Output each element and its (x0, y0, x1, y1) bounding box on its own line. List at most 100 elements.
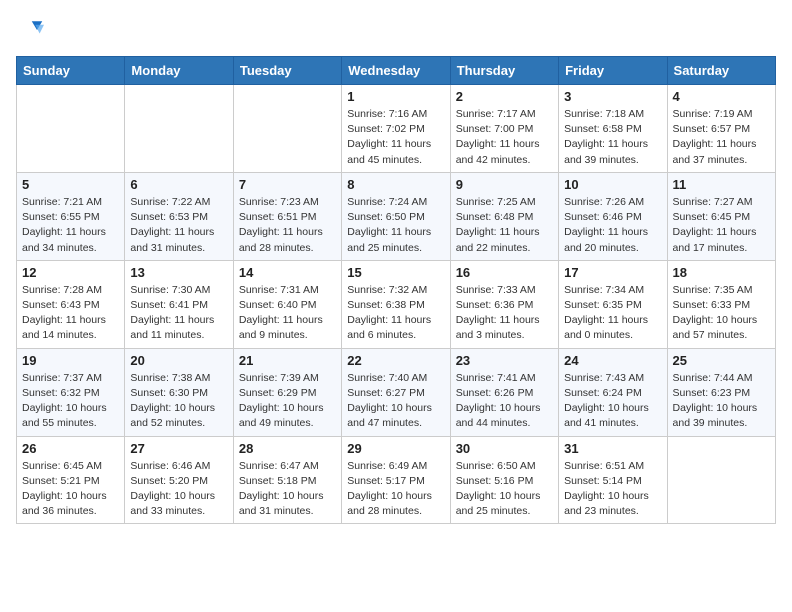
day-info: Sunrise: 7:18 AMSunset: 6:58 PMDaylight:… (564, 107, 661, 168)
calendar-cell: 17 Sunrise: 7:34 AMSunset: 6:35 PMDayligh… (559, 260, 667, 348)
logo (16, 16, 48, 44)
day-number: 18 (673, 265, 770, 280)
day-number: 2 (456, 89, 553, 104)
calendar-cell: 2 Sunrise: 7:17 AMSunset: 7:00 PMDaylight… (450, 85, 558, 173)
day-info: Sunrise: 7:40 AMSunset: 6:27 PMDaylight:… (347, 371, 444, 432)
calendar-week-row: 12 Sunrise: 7:28 AMSunset: 6:43 PMDayligh… (17, 260, 776, 348)
calendar-week-row: 5Sunrise: 7:21 AMSunset: 6:55 PMDaylight… (17, 172, 776, 260)
day-info: Sunrise: 7:24 AMSunset: 6:50 PMDaylight:… (347, 195, 444, 256)
day-info: Sunrise: 7:31 AMSunset: 6:40 PMDaylight:… (239, 283, 336, 344)
day-number: 17 (564, 265, 661, 280)
day-info: Sunrise: 7:19 AMSunset: 6:57 PMDaylight:… (673, 107, 770, 168)
page-header (16, 16, 776, 44)
day-info: Sunrise: 6:51 AMSunset: 5:14 PMDaylight:… (564, 459, 661, 520)
calendar-cell: 22 Sunrise: 7:40 AMSunset: 6:27 PMDayligh… (342, 348, 450, 436)
calendar-cell: 7 Sunrise: 7:23 AMSunset: 6:51 PMDaylight… (233, 172, 341, 260)
day-info: Sunrise: 7:44 AMSunset: 6:23 PMDaylight:… (673, 371, 770, 432)
calendar-cell: 9Sunrise: 7:25 AMSunset: 6:48 PMDaylight… (450, 172, 558, 260)
weekday-header-monday: Monday (125, 57, 233, 85)
day-number: 22 (347, 353, 444, 368)
calendar-cell: 3 Sunrise: 7:18 AMSunset: 6:58 PMDaylight… (559, 85, 667, 173)
weekday-header-friday: Friday (559, 57, 667, 85)
day-info: Sunrise: 7:17 AMSunset: 7:00 PMDaylight:… (456, 107, 553, 168)
day-number: 3 (564, 89, 661, 104)
calendar-cell: 25 Sunrise: 7:44 AMSunset: 6:23 PMDayligh… (667, 348, 775, 436)
day-info: Sunrise: 6:50 AMSunset: 5:16 PMDaylight:… (456, 459, 553, 520)
day-number: 26 (22, 441, 119, 456)
calendar-table: SundayMondayTuesdayWednesdayThursdayFrid… (16, 56, 776, 524)
day-number: 19 (22, 353, 119, 368)
day-info: Sunrise: 7:30 AMSunset: 6:41 PMDaylight:… (130, 283, 227, 344)
day-number: 1 (347, 89, 444, 104)
calendar-cell (667, 436, 775, 524)
calendar-week-row: 19 Sunrise: 7:37 AMSunset: 6:32 PMDayligh… (17, 348, 776, 436)
day-number: 29 (347, 441, 444, 456)
calendar-cell (125, 85, 233, 173)
day-number: 11 (673, 177, 770, 192)
day-number: 16 (456, 265, 553, 280)
day-info: Sunrise: 7:41 AMSunset: 6:26 PMDaylight:… (456, 371, 553, 432)
calendar-cell (233, 85, 341, 173)
calendar-cell: 6 Sunrise: 7:22 AMSunset: 6:53 PMDaylight… (125, 172, 233, 260)
day-number: 14 (239, 265, 336, 280)
day-info: Sunrise: 7:23 AMSunset: 6:51 PMDaylight:… (239, 195, 336, 256)
day-info: Sunrise: 7:43 AMSunset: 6:24 PMDaylight:… (564, 371, 661, 432)
calendar-body: 1 Sunrise: 7:16 AMSunset: 7:02 PMDaylight… (17, 85, 776, 524)
calendar-cell: 28Sunrise: 6:47 AMSunset: 5:18 PMDayligh… (233, 436, 341, 524)
weekday-header-tuesday: Tuesday (233, 57, 341, 85)
weekday-header-saturday: Saturday (667, 57, 775, 85)
day-number: 6 (130, 177, 227, 192)
day-number: 12 (22, 265, 119, 280)
day-info: Sunrise: 7:38 AMSunset: 6:30 PMDaylight:… (130, 371, 227, 432)
calendar-cell: 18 Sunrise: 7:35 AMSunset: 6:33 PMDayligh… (667, 260, 775, 348)
day-number: 24 (564, 353, 661, 368)
calendar-cell: 29 Sunrise: 6:49 AMSunset: 5:17 PMDayligh… (342, 436, 450, 524)
calendar-cell: 31 Sunrise: 6:51 AMSunset: 5:14 PMDayligh… (559, 436, 667, 524)
calendar-cell: 30Sunrise: 6:50 AMSunset: 5:16 PMDayligh… (450, 436, 558, 524)
day-number: 23 (456, 353, 553, 368)
day-info: Sunrise: 6:49 AMSunset: 5:17 PMDaylight:… (347, 459, 444, 520)
day-info: Sunrise: 7:16 AMSunset: 7:02 PMDaylight:… (347, 107, 444, 168)
calendar-cell: 16 Sunrise: 7:33 AMSunset: 6:36 PMDayligh… (450, 260, 558, 348)
calendar-cell (17, 85, 125, 173)
calendar-cell: 10Sunrise: 7:26 AMSunset: 6:46 PMDayligh… (559, 172, 667, 260)
calendar-cell: 27 Sunrise: 6:46 AMSunset: 5:20 PMDayligh… (125, 436, 233, 524)
calendar-week-row: 1 Sunrise: 7:16 AMSunset: 7:02 PMDaylight… (17, 85, 776, 173)
calendar-cell: 21 Sunrise: 7:39 AMSunset: 6:29 PMDayligh… (233, 348, 341, 436)
day-info: Sunrise: 7:37 AMSunset: 6:32 PMDaylight:… (22, 371, 119, 432)
calendar-cell: 4Sunrise: 7:19 AMSunset: 6:57 PMDaylight… (667, 85, 775, 173)
calendar-cell: 5Sunrise: 7:21 AMSunset: 6:55 PMDaylight… (17, 172, 125, 260)
calendar-cell: 8Sunrise: 7:24 AMSunset: 6:50 PMDaylight… (342, 172, 450, 260)
day-info: Sunrise: 6:47 AMSunset: 5:18 PMDaylight:… (239, 459, 336, 520)
calendar-cell: 14 Sunrise: 7:31 AMSunset: 6:40 PMDayligh… (233, 260, 341, 348)
day-info: Sunrise: 7:28 AMSunset: 6:43 PMDaylight:… (22, 283, 119, 344)
day-number: 25 (673, 353, 770, 368)
day-info: Sunrise: 7:32 AMSunset: 6:38 PMDaylight:… (347, 283, 444, 344)
calendar-cell: 11 Sunrise: 7:27 AMSunset: 6:45 PMDayligh… (667, 172, 775, 260)
calendar-cell: 12 Sunrise: 7:28 AMSunset: 6:43 PMDayligh… (17, 260, 125, 348)
calendar-cell: 15 Sunrise: 7:32 AMSunset: 6:38 PMDayligh… (342, 260, 450, 348)
weekday-header-wednesday: Wednesday (342, 57, 450, 85)
day-info: Sunrise: 6:46 AMSunset: 5:20 PMDaylight:… (130, 459, 227, 520)
day-info: Sunrise: 7:27 AMSunset: 6:45 PMDaylight:… (673, 195, 770, 256)
day-info: Sunrise: 7:33 AMSunset: 6:36 PMDaylight:… (456, 283, 553, 344)
day-info: Sunrise: 7:39 AMSunset: 6:29 PMDaylight:… (239, 371, 336, 432)
day-number: 31 (564, 441, 661, 456)
day-number: 7 (239, 177, 336, 192)
day-number: 10 (564, 177, 661, 192)
day-info: Sunrise: 6:45 AMSunset: 5:21 PMDaylight:… (22, 459, 119, 520)
day-number: 5 (22, 177, 119, 192)
day-info: Sunrise: 7:34 AMSunset: 6:35 PMDaylight:… (564, 283, 661, 344)
day-number: 13 (130, 265, 227, 280)
calendar-cell: 13 Sunrise: 7:30 AMSunset: 6:41 PMDayligh… (125, 260, 233, 348)
day-number: 21 (239, 353, 336, 368)
day-info: Sunrise: 7:35 AMSunset: 6:33 PMDaylight:… (673, 283, 770, 344)
day-number: 27 (130, 441, 227, 456)
day-number: 15 (347, 265, 444, 280)
calendar-cell: 20 Sunrise: 7:38 AMSunset: 6:30 PMDayligh… (125, 348, 233, 436)
calendar-cell: 23 Sunrise: 7:41 AMSunset: 6:26 PMDayligh… (450, 348, 558, 436)
calendar-header-row: SundayMondayTuesdayWednesdayThursdayFrid… (17, 57, 776, 85)
day-info: Sunrise: 7:22 AMSunset: 6:53 PMDaylight:… (130, 195, 227, 256)
day-number: 20 (130, 353, 227, 368)
calendar-cell: 24 Sunrise: 7:43 AMSunset: 6:24 PMDayligh… (559, 348, 667, 436)
